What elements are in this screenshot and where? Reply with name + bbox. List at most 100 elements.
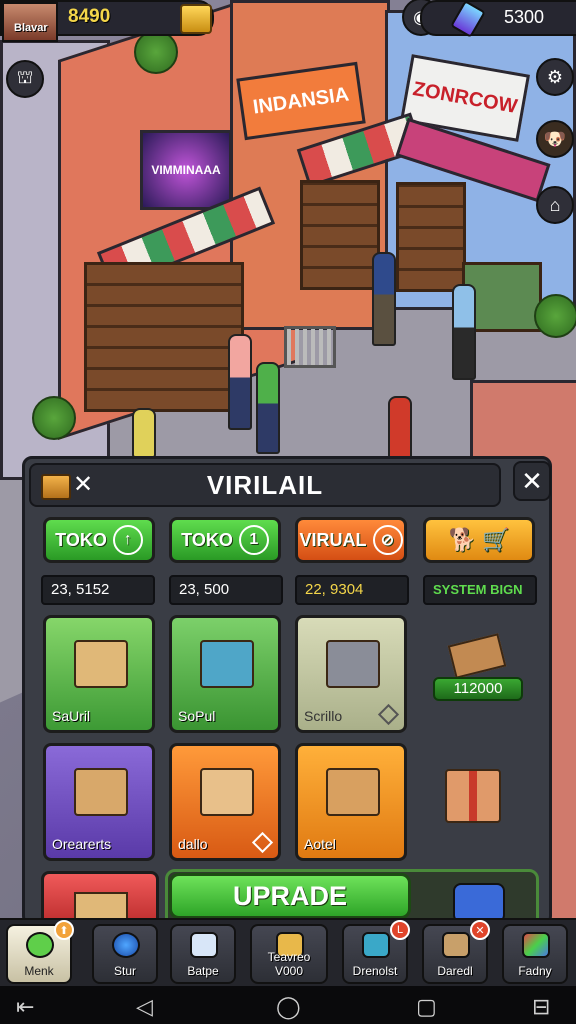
item-card-dallo[interactable]: dallo: [169, 743, 281, 861]
item-card-sauril-label: SaUril: [52, 708, 91, 724]
item-card-sopul-label: SoPul: [178, 708, 216, 724]
nav-stur[interactable]: Stur: [92, 924, 158, 984]
tab-toko-1-label: TOKO: [55, 529, 107, 550]
bottom-nav: ⬆ Menk Stur Batpe Teavreo V000 L Drenols…: [0, 918, 576, 988]
tab-virual[interactable]: VIRUAL ⊘: [295, 517, 407, 563]
system-sign-box: SYSTEM BIGN: [423, 575, 537, 605]
system-nav-bar: ⇤ ◁ ◯ ▢ ⊟: [0, 986, 576, 1024]
item-card-sauril[interactable]: SaUril: [43, 615, 155, 733]
nav-menk-label: Menk: [24, 964, 54, 978]
tab-virual-icon: ⊘: [372, 525, 403, 555]
man-red-shirt[interactable]: [388, 396, 412, 460]
item-card-drawer[interactable]: 112000: [423, 615, 535, 733]
pet-icon[interactable]: 🐶: [536, 120, 574, 158]
system-recents-icon[interactable]: ▢: [416, 994, 437, 1020]
nav-drenolst[interactable]: L Drenolst: [342, 920, 410, 984]
nav-fadny[interactable]: Fadny: [502, 924, 568, 984]
store-sign-1[interactable]: VIMMINAAA: [140, 130, 232, 210]
tab-toko-1[interactable]: TOKO ↑: [43, 517, 155, 563]
shelf-right: [396, 182, 466, 292]
tab-pet-cart[interactable]: 🐕 🛒: [423, 517, 535, 563]
machine-icon: [200, 640, 254, 688]
shopper-pink[interactable]: [228, 334, 252, 430]
man-white-shirt[interactable]: [452, 284, 476, 380]
panel-header: ✕ VIRILAIL: [29, 463, 501, 507]
item-card-sopul[interactable]: SoPul: [169, 615, 281, 733]
gold-coin-icon: [180, 4, 212, 34]
nav-menk-badge: ⬆: [54, 920, 74, 940]
puzzle-icon: [522, 932, 550, 958]
plant-top: [134, 30, 178, 74]
system-notification-icon[interactable]: ⊟: [532, 994, 550, 1020]
tab-virual-label: VIRUAL: [299, 529, 367, 550]
diamond-icon: [251, 831, 274, 854]
nav-daredl-label: Daredl: [437, 964, 473, 978]
system-home-icon[interactable]: ◯: [276, 994, 301, 1020]
nav-menk[interactable]: ⬆ Menk: [6, 920, 74, 984]
value-box-1: 23, 5152: [41, 575, 155, 605]
tab-toko-2-label: TOKO: [181, 529, 233, 550]
package-icon: [326, 768, 380, 816]
value-box-2: 23, 500: [169, 575, 283, 605]
cube-icon: [362, 932, 390, 958]
gift-box-icon[interactable]: [445, 769, 501, 823]
coin-counter[interactable]: Blavar 8490: [0, 0, 214, 42]
crate-stack-icon: [74, 640, 128, 688]
nav-daredl-badge: ✕: [470, 920, 490, 940]
cart-icon: 🛒: [482, 527, 510, 552]
nav-stur-label: Stur: [113, 964, 136, 978]
tab-toko-1-icon: ↑: [112, 525, 143, 555]
nav-batpe[interactable]: Batpe: [170, 924, 236, 984]
panel-title: VIRILAIL: [206, 470, 324, 500]
document-stack-icon: [190, 932, 218, 958]
shopping-cart[interactable]: [284, 326, 336, 368]
nav-batpe-label: Batpe: [187, 964, 219, 978]
nav-drenolst-badge: L: [390, 920, 410, 940]
profile-button-icon[interactable]: ⛫: [6, 60, 44, 98]
system-left-arrow-icon[interactable]: ⇤: [16, 994, 34, 1020]
value-box-3: 22, 9304: [295, 575, 409, 605]
settings-gear-icon[interactable]: ⚙: [536, 58, 574, 96]
hand-truck-icon: [200, 768, 254, 816]
shelf-center: [300, 180, 380, 290]
nav-drenolst-label: Drenolst: [352, 964, 398, 978]
item-card-aotel-label: Aotel: [304, 836, 336, 852]
shop-panel: ✕ VIRILAIL ✕ TOKO ↑ TOKO 1 VIRUAL ⊘ 🐕 🛒 …: [22, 456, 552, 936]
cardboard-box-icon: [74, 768, 128, 816]
close-icon[interactable]: ✕: [513, 461, 551, 501]
nav-fadny-label: Fadny: [518, 964, 552, 978]
shopper-yellow[interactable]: [132, 408, 156, 458]
gem-value: 5300: [504, 7, 545, 27]
drawer-icon: [447, 633, 507, 679]
box-icon: [442, 932, 470, 958]
system-back-icon[interactable]: ◁: [136, 994, 153, 1020]
upgrade-button[interactable]: UPRADE: [169, 873, 411, 919]
tab-toko-2-icon: 1: [238, 525, 269, 555]
nav-teavreo[interactable]: Teavreo V000: [250, 924, 328, 984]
metal-box-icon: [326, 640, 380, 688]
item-card-dallo-label: dallo: [178, 836, 208, 852]
building-icon[interactable]: ⌂: [536, 186, 574, 224]
nav-daredl[interactable]: ✕ Daredl: [422, 920, 490, 984]
store-sign-2-text: INDANSIA: [251, 82, 351, 119]
item-card-aotel[interactable]: Aotel: [295, 743, 407, 861]
item-card-scrillo[interactable]: Scrillo: [295, 615, 407, 733]
player-name: Blavar: [14, 22, 48, 34]
shopper-green[interactable]: [256, 362, 280, 454]
truck-icon[interactable]: [453, 883, 505, 923]
price-badge[interactable]: 112000: [433, 677, 523, 701]
diamond-icon: [377, 703, 400, 726]
globe-icon: [112, 932, 140, 958]
shelf-left: [84, 262, 244, 412]
nav-teavreo-label: Teavreo V000: [267, 950, 311, 978]
gem-icon: [450, 0, 486, 38]
coin-value: 8490: [68, 6, 111, 27]
tab-toko-2[interactable]: TOKO 1: [169, 517, 281, 563]
gem-counter[interactable]: 5300: [420, 0, 576, 38]
store-sign-1-text: VIMMINAAA: [151, 163, 221, 177]
plant-right: [534, 294, 576, 338]
item-card-orearerts[interactable]: Orearerts: [43, 743, 155, 861]
item-card-scrillo-label: Scrillo: [304, 708, 343, 724]
item-card-orearerts-label: Orearerts: [52, 836, 112, 852]
shopkeeper-blue[interactable]: [372, 252, 396, 346]
